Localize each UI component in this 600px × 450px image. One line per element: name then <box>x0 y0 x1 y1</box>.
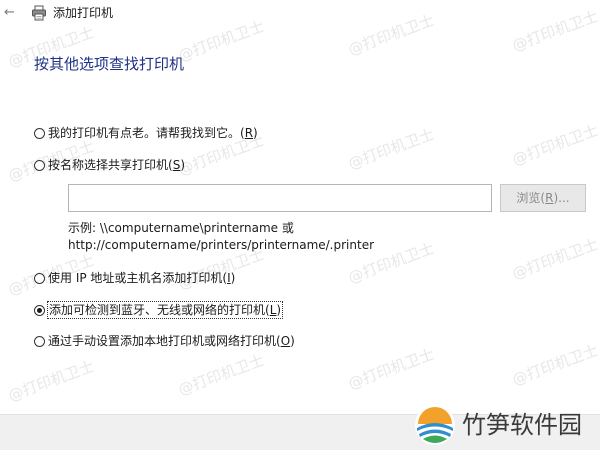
watermark-text: @打印机卫士 <box>509 235 600 283</box>
watermark-text: @打印机卫士 <box>509 121 600 169</box>
page-heading: 按其他选项查找打印机 <box>34 55 185 73</box>
example-text-line1: 示例: \\computername\printername 或 <box>68 221 294 235</box>
option-ip-hostname[interactable]: 使用 IP 地址或主机名添加打印机(I) <box>34 269 235 287</box>
watermark-text: @打印机卫士 <box>345 125 437 173</box>
brand-logo-icon <box>415 405 455 445</box>
radio-button[interactable] <box>34 335 45 347</box>
option-label: 按名称选择共享打印机(S) <box>48 158 186 172</box>
radio-button[interactable] <box>34 159 45 171</box>
title-bar: ← 添加打印机 <box>0 0 600 28</box>
back-arrow-icon[interactable]: ← <box>4 6 18 20</box>
option-label: 通过手动设置添加本地打印机或网络打印机(O) <box>48 334 295 348</box>
browse-button[interactable]: 浏览(R)... <box>500 184 586 212</box>
watermark-text: @打印机卫士 <box>345 345 437 393</box>
radio-button[interactable] <box>34 272 45 284</box>
watermark-text: @打印机卫士 <box>509 341 600 389</box>
option-label: 添加可检测到蓝牙、无线或网络的打印机(L) <box>46 301 284 319</box>
radio-button[interactable] <box>34 127 45 139</box>
add-printer-window: @打印机卫士 @打印机卫士 @打印机卫士 @打印机卫士 @打印机卫士 @打印机卫… <box>0 0 600 450</box>
brand-name: 竹笋软件园 <box>462 411 582 439</box>
option-manual-settings[interactable]: 通过手动设置添加本地打印机或网络打印机(O) <box>34 332 295 350</box>
watermark-text: @打印机卫士 <box>175 351 267 399</box>
option-label: 我的打印机有点老。请帮我找到它。(R) <box>48 126 258 140</box>
watermark-text: @打印机卫士 <box>5 357 97 405</box>
option-shared-printer[interactable]: 按名称选择共享打印机(S) <box>34 156 185 174</box>
option-label: 使用 IP 地址或主机名添加打印机(I) <box>48 271 236 285</box>
option-bluetooth-wireless-network[interactable]: 添加可检测到蓝牙、无线或网络的打印机(L) <box>34 301 284 319</box>
example-text-line2: http://computername/printers/printername… <box>68 238 375 252</box>
radio-button-selected[interactable] <box>34 304 45 316</box>
option-old-printer[interactable]: 我的打印机有点老。请帮我找到它。(R) <box>34 124 258 142</box>
window-title: 添加打印机 <box>53 6 114 20</box>
printer-icon <box>32 5 46 21</box>
shared-printer-name-input[interactable] <box>68 184 492 212</box>
